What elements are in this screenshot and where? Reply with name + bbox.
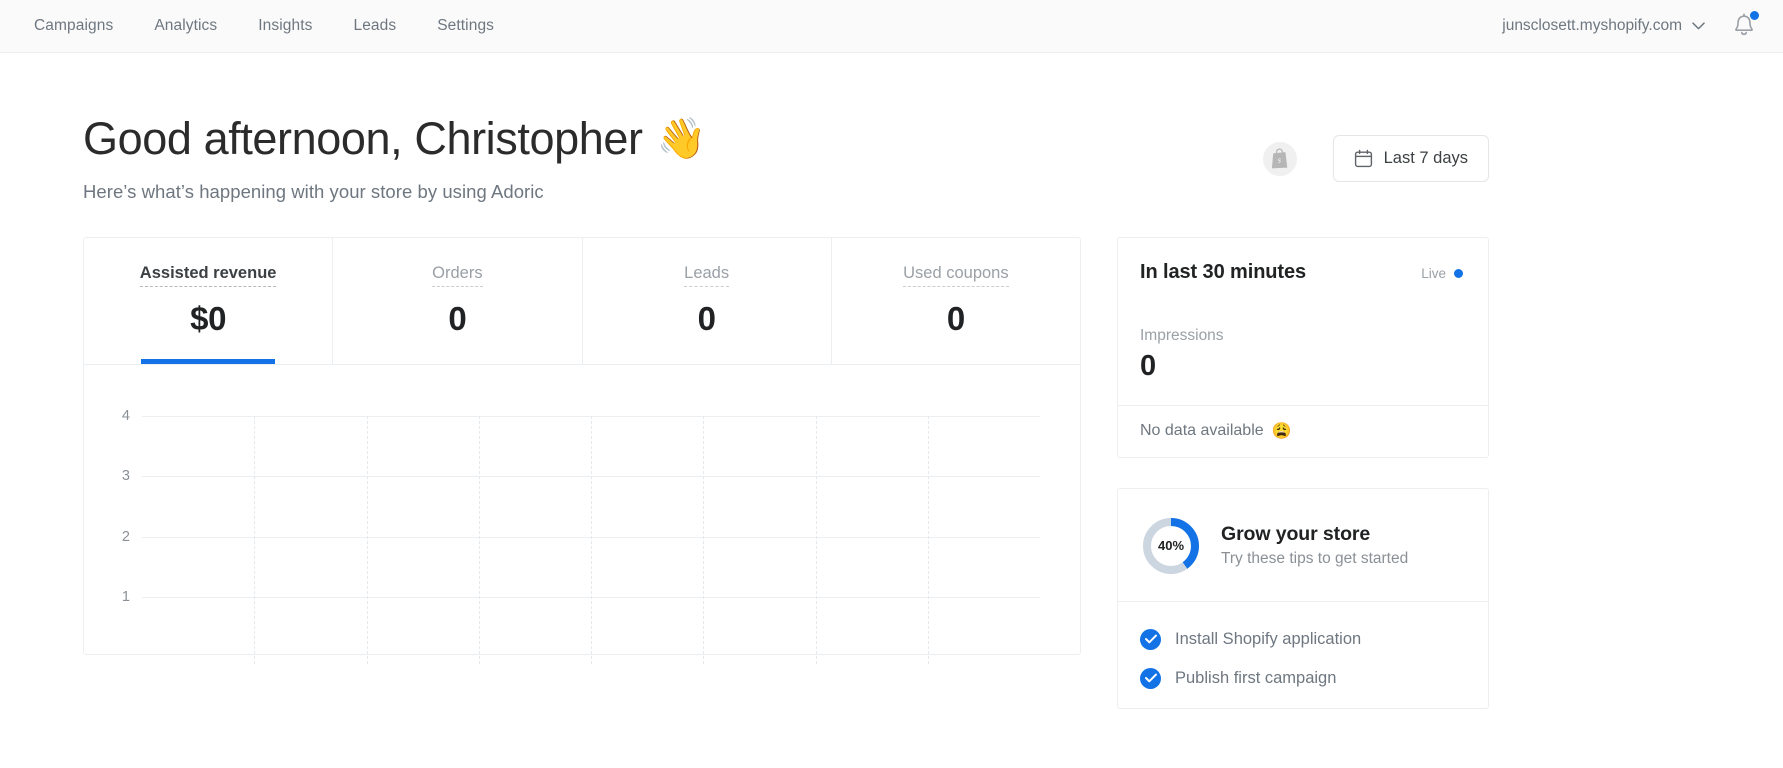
chart-gridline-vertical bbox=[366, 415, 368, 664]
calendar-icon bbox=[1354, 149, 1372, 168]
chart-gridline-vertical bbox=[703, 415, 705, 664]
shopify-bag-icon[interactable]: s bbox=[1262, 141, 1297, 176]
weary-face-icon: 😩 bbox=[1271, 422, 1292, 440]
grow-store-title: Grow your store bbox=[1221, 523, 1371, 546]
metric-tab-label: Leads bbox=[684, 264, 730, 287]
date-range-picker[interactable]: Last 7 days bbox=[1332, 135, 1489, 182]
dashboard-page: Good afternoon, Christopher 👋 Here’s wha… bbox=[0, 53, 1783, 768]
nav-item-campaigns[interactable]: Campaigns bbox=[34, 17, 113, 35]
grow-store-text: Grow your store Try these tips to get st… bbox=[1221, 523, 1408, 568]
check-circle-icon bbox=[1140, 628, 1161, 650]
metric-tab-value: 0 bbox=[946, 299, 965, 337]
live-status-badge: Live bbox=[1421, 261, 1463, 281]
page-title: Good afternoon, Christopher 👋 bbox=[83, 113, 707, 164]
metric-tab-assisted-revenue[interactable]: Assisted revenue $0 bbox=[84, 237, 334, 364]
metric-tab-value: $0 bbox=[190, 299, 227, 337]
checklist-item[interactable]: Publish first campaign bbox=[1140, 659, 1466, 698]
chart-plot-area: 4 3 2 1 bbox=[122, 408, 1040, 664]
metric-tab-value: 0 bbox=[697, 299, 716, 337]
nav-item-analytics[interactable]: Analytics bbox=[154, 17, 217, 35]
nav-item-leads[interactable]: Leads bbox=[353, 17, 396, 35]
checklist-item-label: Publish first campaign bbox=[1175, 668, 1337, 687]
impressions-metric: Impressions 0 bbox=[1118, 284, 1488, 405]
store-selector[interactable]: junsclosett.myshopify.com bbox=[1502, 17, 1705, 35]
nav-item-settings[interactable]: Settings bbox=[437, 17, 494, 35]
metric-tab-label: Assisted revenue bbox=[139, 264, 277, 287]
live-badge-label: Live bbox=[1421, 265, 1446, 281]
realtime-card-title: In last 30 minutes bbox=[1140, 260, 1307, 283]
metric-tab-label: Orders bbox=[432, 264, 483, 287]
date-range-label: Last 7 days bbox=[1383, 149, 1468, 167]
waving-hand-icon: 👋 bbox=[656, 117, 707, 162]
checklist-item-label: Install Shopify application bbox=[1175, 629, 1362, 648]
top-navigation-bar: Campaigns Analytics Insights Leads Setti… bbox=[0, 0, 1783, 53]
page-header-text: Good afternoon, Christopher 👋 Here’s wha… bbox=[83, 113, 707, 203]
metrics-card: Assisted revenue $0 Orders 0 Leads 0 Use… bbox=[83, 236, 1081, 664]
store-name-label: junsclosett.myshopify.com bbox=[1502, 17, 1682, 34]
chart-y-axis-tick: 3 bbox=[121, 468, 130, 485]
topbar-right-section: junsclosett.myshopify.com bbox=[1502, 11, 1759, 40]
notification-badge-dot bbox=[1750, 11, 1759, 20]
metric-tab-orders[interactable]: Orders 0 bbox=[333, 237, 583, 364]
dashboard-body: Assisted revenue $0 Orders 0 Leads 0 Use… bbox=[0, 203, 1783, 709]
chart-y-axis-tick: 4 bbox=[121, 407, 130, 424]
svg-text:s: s bbox=[1278, 156, 1281, 165]
page-header-actions: s Last 7 days bbox=[1262, 115, 1489, 182]
impressions-label: Impressions bbox=[1140, 326, 1224, 344]
impressions-value: 0 bbox=[1140, 349, 1157, 382]
page-header: Good afternoon, Christopher 👋 Here’s wha… bbox=[0, 53, 1783, 203]
chart-gridline-vertical bbox=[591, 415, 592, 664]
realtime-empty-state: No data available 😩 bbox=[1118, 404, 1488, 457]
chart-gridline-vertical bbox=[927, 415, 929, 664]
onboarding-checklist: Install Shopify application Publish firs… bbox=[1118, 600, 1488, 708]
chart-gridline-vertical bbox=[254, 415, 256, 664]
checklist-item[interactable]: Install Shopify application bbox=[1140, 620, 1466, 659]
check-circle-icon bbox=[1140, 667, 1161, 689]
progress-donut: 40% bbox=[1140, 515, 1202, 577]
metric-tab-label: Used coupons bbox=[903, 264, 1009, 287]
realtime-card-header: In last 30 minutes Live bbox=[1118, 238, 1488, 284]
grow-store-card: 40% Grow your store Try these tips to ge… bbox=[1117, 487, 1489, 709]
metric-tabs: Assisted revenue $0 Orders 0 Leads 0 Use… bbox=[84, 237, 1080, 364]
realtime-card: In last 30 minutes Live Impressions 0 No… bbox=[1117, 236, 1489, 458]
chart-gridline-vertical bbox=[478, 415, 480, 664]
metric-tab-used-coupons[interactable]: Used coupons 0 bbox=[832, 238, 1080, 364]
metrics-column: Assisted revenue $0 Orders 0 Leads 0 Use… bbox=[83, 236, 1081, 664]
grow-store-header: 40% Grow your store Try these tips to ge… bbox=[1118, 489, 1488, 601]
chart-y-axis-tick: 2 bbox=[121, 528, 130, 545]
page-subtitle: Here’s what’s happening with your store … bbox=[83, 180, 544, 202]
primary-nav: Campaigns Analytics Insights Leads Setti… bbox=[34, 17, 494, 35]
greeting-text: Good afternoon, Christopher bbox=[83, 113, 643, 164]
live-indicator-dot bbox=[1454, 268, 1463, 278]
notifications-button[interactable] bbox=[1731, 11, 1759, 40]
shopify-bag-glyph: s bbox=[1272, 148, 1288, 169]
nav-item-insights[interactable]: Insights bbox=[258, 17, 312, 35]
chart-gridline-vertical bbox=[815, 415, 817, 664]
side-column: In last 30 minutes Live Impressions 0 No… bbox=[1117, 236, 1489, 709]
progress-percent-label: 40% bbox=[1157, 538, 1185, 554]
metric-tab-value: 0 bbox=[448, 299, 467, 337]
metrics-chart: 4 3 2 1 bbox=[84, 363, 1080, 664]
checkmark-glyph bbox=[1144, 673, 1157, 683]
checkmark-glyph bbox=[1144, 634, 1157, 644]
grow-store-subtitle: Try these tips to get started bbox=[1221, 550, 1409, 568]
empty-state-text: No data available bbox=[1140, 421, 1264, 439]
chart-y-axis-tick: 1 bbox=[121, 589, 130, 606]
chevron-down-icon bbox=[1692, 22, 1705, 30]
metric-tab-leads[interactable]: Leads 0 bbox=[583, 237, 832, 364]
